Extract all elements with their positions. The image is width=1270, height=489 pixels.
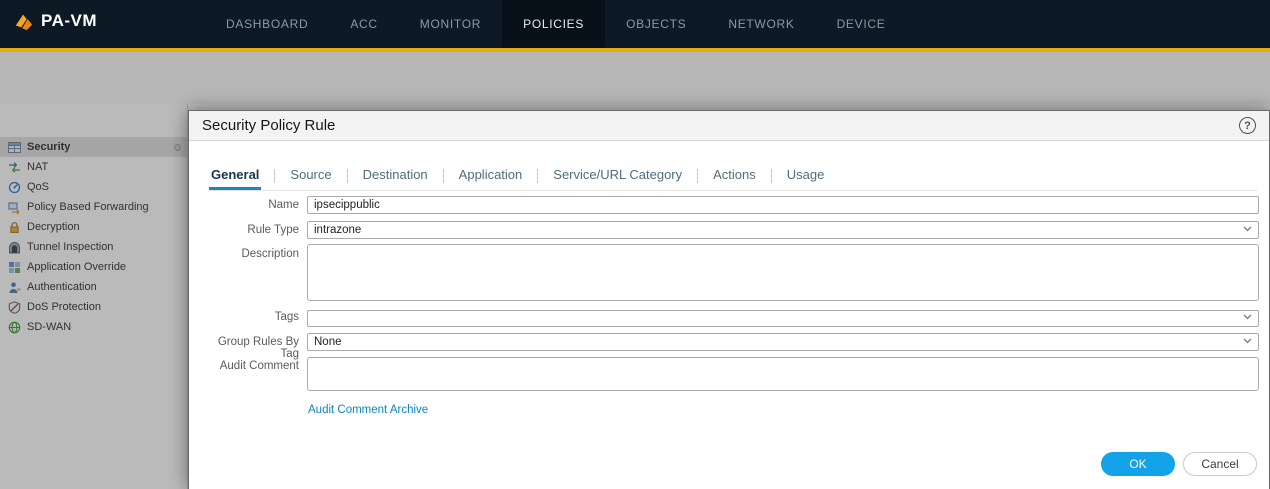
tab-service-url-category[interactable]: Service/URL Category [551, 167, 684, 190]
tags-field-wrap [307, 308, 1259, 325]
tab-divider [771, 169, 772, 183]
tab-application[interactable]: Application [457, 167, 525, 190]
group-rules-by-tag-label: Group Rules By Tag [203, 336, 299, 360]
nav-objects[interactable]: OBJECTS [605, 0, 707, 48]
tags-select[interactable] [307, 310, 1259, 327]
name-input[interactable] [307, 196, 1259, 214]
tab-actions[interactable]: Actions [711, 167, 758, 190]
audit-comment-field-wrap [307, 357, 1259, 391]
top-header: PA-VM DASHBOARD ACC MONITOR POLICIES OBJ… [0, 0, 1270, 48]
nav-dashboard[interactable]: DASHBOARD [205, 0, 329, 48]
name-field-wrap [307, 195, 1259, 213]
nav-device[interactable]: DEVICE [816, 0, 907, 48]
tab-usage[interactable]: Usage [785, 167, 827, 190]
brand-name: PA-VM [41, 11, 97, 31]
tab-source[interactable]: Source [288, 167, 333, 190]
description-textarea[interactable] [307, 244, 1259, 301]
rule-type-field-wrap [307, 220, 1259, 238]
rule-type-label: Rule Type [203, 224, 299, 236]
audit-comment-textarea[interactable] [307, 357, 1259, 391]
nav-policies[interactable]: POLICIES [502, 0, 605, 48]
description-field-wrap [307, 244, 1259, 301]
dialog-header: Security Policy Rule ? [189, 111, 1269, 141]
brand-logo: PA-VM [14, 11, 97, 31]
tags-label: Tags [203, 311, 299, 323]
audit-comment-archive-link[interactable]: Audit Comment Archive [308, 404, 428, 416]
rule-type-select[interactable] [307, 221, 1259, 239]
cancel-button[interactable]: Cancel [1183, 452, 1257, 476]
tabs-divider-line [209, 190, 1257, 191]
tab-divider [537, 169, 538, 183]
group-rules-field-wrap [307, 332, 1259, 350]
tab-divider [347, 169, 348, 183]
description-label: Description [203, 248, 299, 260]
tab-general[interactable]: General [209, 167, 261, 190]
audit-comment-label: Audit Comment [203, 360, 299, 372]
nav-monitor[interactable]: MONITOR [399, 0, 502, 48]
dialog-tabs: General Source Destination Application S… [209, 163, 826, 190]
name-label: Name [203, 199, 299, 211]
dialog-title: Security Policy Rule [202, 117, 335, 134]
security-policy-rule-dialog: Security Policy Rule ? General Source De… [188, 110, 1270, 489]
chevron-down-icon[interactable] [1243, 338, 1252, 344]
tab-destination[interactable]: Destination [361, 167, 430, 190]
tab-divider [443, 169, 444, 183]
chevron-down-icon[interactable] [1243, 314, 1252, 320]
chevron-down-icon[interactable] [1243, 226, 1252, 232]
nav-network[interactable]: NETWORK [707, 0, 815, 48]
help-icon[interactable]: ? [1239, 117, 1256, 134]
nav-acc[interactable]: ACC [329, 0, 398, 48]
group-rules-by-tag-select[interactable] [307, 333, 1259, 351]
tab-divider [274, 169, 275, 183]
tab-divider [697, 169, 698, 183]
dialog-actions: OK Cancel [1101, 452, 1257, 476]
flame-logo-icon [14, 11, 34, 31]
main-nav: DASHBOARD ACC MONITOR POLICIES OBJECTS N… [205, 0, 906, 48]
ok-button[interactable]: OK [1101, 452, 1175, 476]
